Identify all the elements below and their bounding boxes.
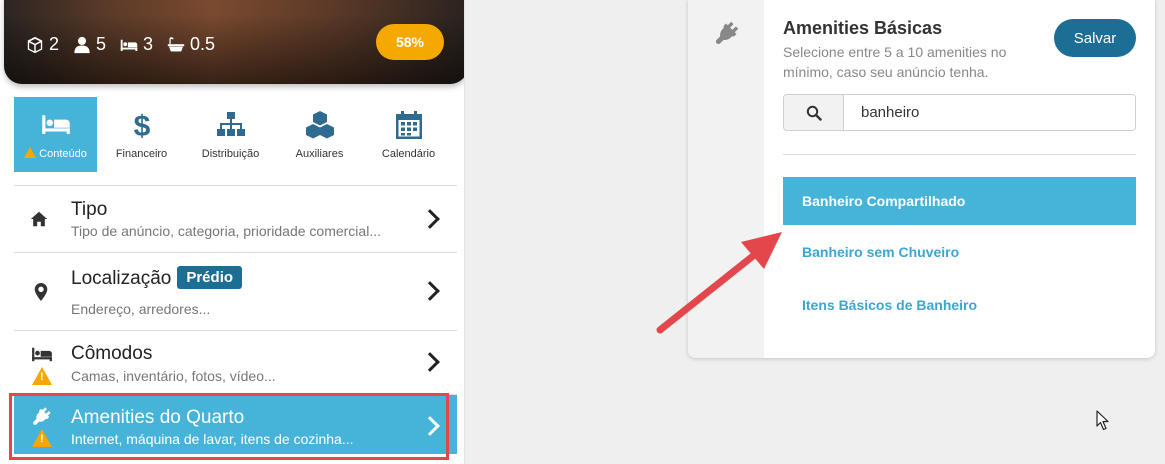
cube-icon [27, 36, 43, 53]
search-button[interactable] [784, 95, 844, 130]
amenity-search [783, 94, 1136, 131]
save-button[interactable]: Salvar [1054, 19, 1136, 57]
result-item[interactable]: Itens Básicos de Banheiro [783, 278, 1136, 331]
section-menu: Tipo Tipo de anúncio, categoria, priorid… [14, 185, 457, 454]
bath-icon [167, 36, 185, 52]
menu-item-localizacao-subtitle: Endereço, arredores... [71, 301, 211, 317]
search-results-list: Banheiro Compartilhado Banheiro sem Chuv… [783, 177, 1136, 331]
tab-distribuicao-label: Distribuição [201, 147, 260, 160]
listing-cover-photo: 2 5 3 0.5 58% [4, 0, 464, 84]
chevron-right-icon [420, 281, 440, 301]
stat-guests: 5 [73, 34, 106, 55]
search-icon [806, 105, 822, 121]
stat-baths: 0.5 [167, 34, 215, 55]
chevron-right-icon [420, 209, 440, 229]
menu-item-comodos[interactable]: Cômodos Camas, inventário, fotos, vídeo.… [14, 330, 457, 394]
sitemap-icon [216, 111, 245, 136]
stat-beds: 3 [120, 34, 153, 55]
menu-item-comodos-title: Cômodos [71, 343, 153, 364]
calendar-icon [395, 110, 422, 139]
cubes-icon [305, 110, 334, 138]
user-icon [74, 36, 90, 53]
plug-icon [33, 407, 51, 425]
stat-units-value: 2 [49, 34, 60, 54]
annotation-arrow [656, 232, 782, 334]
chevron-right-icon [420, 416, 440, 436]
stat-guests-value: 5 [96, 34, 107, 54]
plug-icon [716, 21, 739, 44]
card-description: Selecione entre 5 a 10 amenities no míni… [783, 44, 1007, 80]
editor-tabs: Conteúdo $ Financeiro Distribuição Auxil… [14, 97, 460, 173]
building-type-badge: Prédio [177, 266, 243, 289]
result-item[interactable]: Banheiro sem Chuveiro [783, 225, 1136, 278]
home-icon [30, 211, 48, 227]
tab-conteudo[interactable]: Conteúdo [14, 97, 97, 172]
menu-item-tipo-subtitle: Tipo de anúncio, categoria, prioridade c… [71, 223, 381, 239]
result-item[interactable]: Banheiro Compartilhado [783, 177, 1136, 225]
svg-text:$: $ [133, 110, 150, 140]
listing-stats: 2 5 3 0.5 [26, 34, 215, 55]
warning-icon [32, 367, 52, 385]
bed-icon [120, 39, 138, 51]
tab-conteudo-label: Conteúdo [39, 148, 87, 160]
tab-auxiliares-label: Auxiliares [295, 147, 344, 160]
tab-financeiro-label: Financeiro [115, 147, 168, 160]
bed-icon [41, 115, 70, 134]
tab-distribuicao[interactable]: Distribuição [186, 97, 275, 172]
listing-editor-panel: 2 5 3 0.5 58% Conteúdo $ Financeiro Dist… [0, 0, 465, 464]
warning-icon [32, 429, 52, 447]
menu-item-tipo-title: Tipo [71, 199, 108, 220]
dollar-icon: $ [133, 110, 150, 140]
card-title: Amenities Básicas [783, 18, 943, 38]
tab-financeiro[interactable]: $ Financeiro [97, 97, 186, 172]
menu-item-localizacao[interactable]: Localização Prédio Endereço, arredores... [14, 252, 457, 330]
stat-baths-value: 0.5 [190, 34, 216, 54]
warning-icon [24, 147, 37, 158]
tab-auxiliares[interactable]: Auxiliares [275, 97, 364, 172]
menu-item-amenities-title: Amenities do Quarto [71, 407, 245, 428]
tab-calendario[interactable]: Calendário [364, 97, 453, 172]
stat-beds-value: 3 [143, 34, 154, 54]
map-marker-icon [34, 283, 48, 301]
bed-icon [32, 347, 52, 362]
menu-item-tipo[interactable]: Tipo Tipo de anúncio, categoria, priorid… [14, 185, 457, 252]
chevron-right-icon [420, 352, 440, 372]
menu-item-amenities-subtitle: Internet, máquina de lavar, itens de coz… [71, 431, 354, 447]
search-input[interactable] [844, 95, 1135, 130]
menu-item-amenities-do-quarto[interactable]: Amenities do Quarto Internet, máquina de… [14, 394, 457, 454]
tab-calendario-label: Calendário [381, 147, 436, 160]
menu-item-localizacao-title: Localização [71, 268, 172, 289]
completion-progress-badge: 58% [376, 24, 444, 60]
divider [783, 154, 1136, 155]
mouse-cursor-icon [1096, 410, 1109, 431]
menu-item-comodos-subtitle: Camas, inventário, fotos, vídeo... [71, 368, 276, 384]
stat-units: 2 [26, 34, 59, 55]
